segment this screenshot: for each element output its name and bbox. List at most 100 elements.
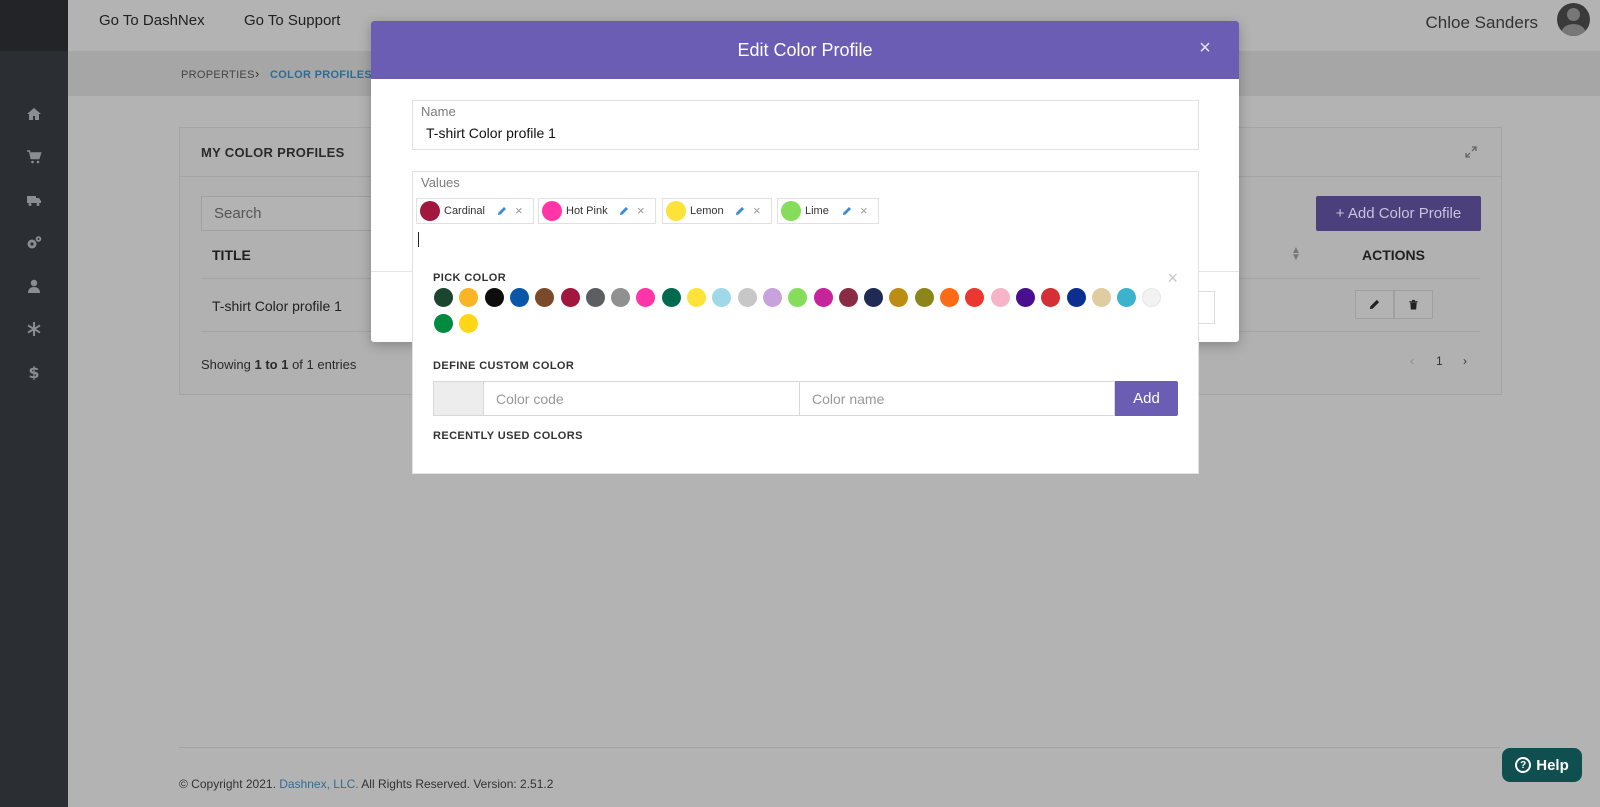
breadcrumb-properties[interactable]: PROPERTIES [181, 69, 255, 81]
color-code-input[interactable]: Color code [484, 381, 800, 416]
gears-icon[interactable] [0, 228, 68, 258]
color-dot [420, 201, 440, 221]
pager-prev[interactable]: ‹ [1410, 354, 1414, 368]
value-tag-cardinal: Cardinal × [416, 198, 534, 224]
color-swatch[interactable] [459, 314, 479, 333]
remove-icon[interactable]: × [637, 204, 645, 218]
help-button[interactable]: ? Help [1502, 748, 1582, 782]
color-swatch[interactable] [687, 288, 706, 307]
user-icon[interactable] [0, 271, 68, 301]
footer-divider [179, 747, 1500, 748]
showing-prefix: Showing [201, 357, 255, 372]
pick-color-title: PICK COLOR [433, 272, 507, 284]
color-swatch[interactable] [661, 288, 681, 307]
color-swatch[interactable] [560, 288, 580, 307]
text-caret [418, 232, 419, 247]
sidebar-logo-area [0, 0, 68, 51]
color-picker-dropdown: PICK COLOR × DEFINE CUSTOM COLOR Color c… [412, 252, 1199, 474]
color-swatch[interactable] [1142, 288, 1162, 307]
color-swatch[interactable] [1041, 288, 1061, 307]
sort-icon[interactable]: ▲ ▼ [1291, 246, 1301, 263]
goto-dashnex-link[interactable]: Go To DashNex [99, 12, 205, 29]
remove-icon[interactable]: × [515, 204, 523, 218]
username[interactable]: Chloe Sanders [1426, 13, 1538, 33]
pager-page[interactable]: 1 [1436, 354, 1443, 368]
color-swatch[interactable] [1091, 288, 1111, 307]
color-swatch[interactable] [914, 288, 934, 307]
modal-header: Edit Color Profile × [371, 21, 1239, 79]
close-icon[interactable]: × [1197, 38, 1213, 58]
color-swatch[interactable] [712, 288, 732, 307]
color-name-input[interactable]: Color name [800, 381, 1115, 416]
color-swatch[interactable] [838, 288, 858, 307]
color-dot [781, 201, 801, 221]
footer-company-link[interactable]: Dashnex, LLC. [279, 777, 358, 791]
color-swatch[interactable] [434, 314, 453, 333]
color-swatch[interactable] [585, 288, 605, 307]
color-swatch[interactable] [864, 288, 884, 307]
pencil-icon[interactable] [842, 206, 852, 216]
color-swatch[interactable] [434, 288, 453, 307]
color-swatch[interactable] [484, 288, 504, 307]
remove-icon[interactable]: × [753, 204, 761, 218]
color-preview[interactable] [433, 381, 484, 416]
cart-icon[interactable] [0, 142, 68, 172]
color-swatch[interactable] [636, 288, 656, 307]
color-swatch[interactable] [889, 288, 909, 307]
truck-icon[interactable] [0, 185, 68, 215]
expand-icon[interactable] [1465, 146, 1477, 158]
showing-suffix: of 1 entries [288, 357, 357, 372]
footer-prefix: © Copyright 2021. [179, 777, 280, 791]
name-field[interactable]: Name T-shirt Color profile 1 [412, 100, 1199, 150]
pencil-icon[interactable] [497, 206, 507, 216]
color-swatch[interactable] [459, 288, 479, 307]
column-actions: ACTIONS [1362, 247, 1425, 263]
goto-support-link[interactable]: Go To Support [244, 12, 340, 29]
showing-range: 1 to 1 [254, 357, 289, 372]
values-label: Values [421, 175, 460, 190]
name-label: Name [421, 104, 456, 119]
color-swatch[interactable] [1117, 288, 1137, 307]
trash-icon [1409, 299, 1418, 310]
color-swatch[interactable] [1066, 288, 1086, 307]
value-tag-lime: Lime × [777, 198, 879, 224]
remove-icon[interactable]: × [860, 204, 868, 218]
color-swatch[interactable] [813, 288, 833, 307]
color-swatch[interactable] [535, 288, 555, 307]
asterisk-icon[interactable] [0, 314, 68, 344]
color-swatch[interactable] [1015, 288, 1035, 307]
row-title: T-shirt Color profile 1 [212, 298, 342, 314]
close-icon[interactable]: × [1167, 269, 1178, 287]
modal-title: Edit Color Profile [737, 39, 873, 60]
avatar[interactable] [1557, 3, 1590, 36]
modal-footer-button[interactable] [1197, 291, 1215, 324]
color-swatch[interactable] [965, 288, 985, 307]
pencil-icon [1369, 299, 1380, 310]
pager-next[interactable]: › [1463, 354, 1467, 368]
color-swatch[interactable] [737, 288, 757, 307]
color-swatch[interactable] [611, 288, 631, 307]
color-code-placeholder: Color code [496, 390, 564, 407]
column-title[interactable]: TITLE [212, 247, 251, 263]
delete-button[interactable] [1394, 290, 1433, 319]
color-swatch[interactable] [509, 288, 529, 307]
color-swatch[interactable] [788, 288, 808, 307]
color-name-placeholder: Color name [812, 390, 885, 407]
tag-name: Cardinal [444, 205, 485, 217]
color-swatch[interactable] [990, 288, 1010, 307]
values-field[interactable]: Values Cardinal × Hot Pink × Lemon × Lim… [412, 171, 1199, 254]
footer: © Copyright 2021. Dashnex, LLC. All Righ… [179, 777, 553, 791]
home-icon[interactable] [0, 99, 68, 129]
tag-name: Hot Pink [566, 205, 608, 217]
dollar-icon[interactable]: $ [0, 357, 68, 387]
recently-used-colors-title: RECENTLY USED COLORS [433, 430, 583, 442]
custom-color-row: Color code Color name Add [433, 381, 1179, 416]
add-color-button[interactable]: Add [1115, 381, 1178, 416]
pencil-icon[interactable] [735, 206, 745, 216]
pencil-icon[interactable] [619, 206, 629, 216]
color-swatch[interactable] [940, 288, 959, 307]
color-swatch[interactable] [762, 288, 782, 307]
edit-button[interactable] [1355, 290, 1394, 319]
name-value: T-shirt Color profile 1 [426, 125, 556, 141]
add-color-profile-button[interactable]: + Add Color Profile [1316, 196, 1481, 231]
